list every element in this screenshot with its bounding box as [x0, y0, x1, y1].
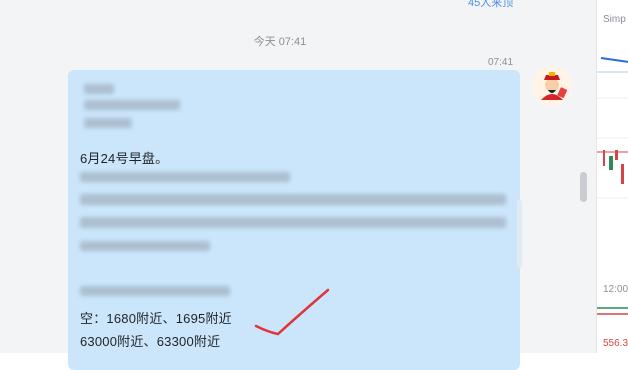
chat-scrollbar[interactable] [580, 172, 587, 202]
mini-chart-icon [597, 57, 628, 199]
chart-side-panel: Simp 12:00 556.3 [596, 0, 628, 353]
long-levels-line: 63000附近、63300附近 [80, 334, 221, 349]
caishen-avatar-icon[interactable] [532, 66, 572, 106]
message-timestamp: 07:41 [488, 57, 514, 68]
short-levels-line: 空：1680附近、1695附近 [80, 311, 232, 326]
chat-pane: 45人来顶 今天 07:41 07:41 6月24号早盘。 空：1680附近、1… [0, 0, 596, 370]
redacted-text [84, 84, 114, 94]
message-title: 6月24号早盘。 [80, 151, 169, 166]
redacted-text [80, 172, 290, 182]
redacted-text [80, 286, 230, 296]
bubble-scroll-handle[interactable] [517, 200, 522, 268]
redacted-text [84, 118, 132, 128]
redacted-text [84, 100, 180, 110]
redacted-text [80, 241, 210, 251]
redacted-text [80, 217, 506, 228]
check-mark-icon [254, 288, 330, 336]
indicator-lines-icon [597, 307, 628, 315]
panel-top-label: Simp [603, 14, 626, 25]
online-count-link[interactable]: 45人来顶 [468, 0, 513, 10]
date-separator: 今天 07:41 [253, 36, 307, 48]
panel-price-label: 556.3 [603, 338, 628, 349]
message-bubble[interactable]: 6月24号早盘。 空：1680附近、1695附近 63000附近、63300附近 [68, 70, 520, 370]
redacted-text [80, 194, 506, 205]
panel-time-label: 12:00 [603, 284, 628, 295]
